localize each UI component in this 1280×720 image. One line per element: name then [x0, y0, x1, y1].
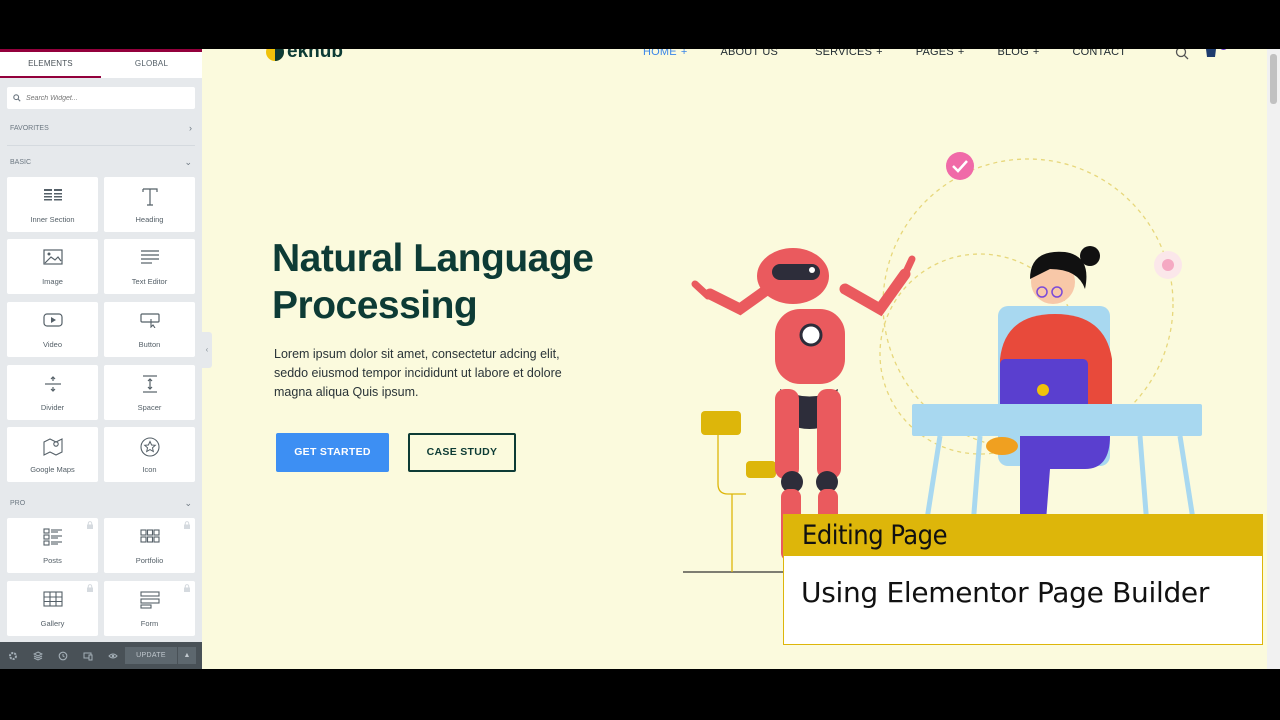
layers-icon[interactable] — [32, 650, 43, 661]
widget-label: Gallery — [40, 619, 65, 628]
widget-label: Heading — [135, 215, 164, 224]
main-nav: HOME + ABOUT US SERVICES + PAGES + BLOG + CO… — [643, 49, 1163, 58]
divider — [7, 145, 195, 146]
widget-label: Icon — [142, 465, 157, 474]
widget-form[interactable]: Form — [104, 581, 195, 636]
responsive-icon[interactable] — [82, 650, 93, 661]
widget-label: Text Editor — [131, 277, 168, 286]
heading-icon — [141, 188, 158, 206]
text-editor-icon — [140, 250, 159, 264]
widget-label: Form — [140, 619, 159, 628]
widget-gallery[interactable]: Gallery — [7, 581, 98, 636]
widget-inner-section[interactable]: Inner Section — [7, 177, 98, 232]
widget-search[interactable] — [7, 87, 195, 109]
settings-gear-icon[interactable] — [7, 650, 18, 661]
chevron-right-icon: › — [189, 123, 192, 133]
widget-text-editor[interactable]: Text Editor — [104, 239, 195, 294]
nav-item-about[interactable]: ABOUT US — [720, 49, 782, 58]
site-logo[interactable]: eknub — [266, 49, 343, 62]
editor-frame: ELEMENTS GLOBAL FAVORITES › BASIC ⌄ Inne… — [0, 49, 1280, 669]
widget-posts[interactable]: Posts — [7, 518, 98, 573]
map-icon — [42, 438, 63, 456]
gallery-icon — [42, 591, 63, 607]
nav-item-blog[interactable]: BLOG + — [997, 49, 1039, 58]
pink-dot — [1162, 259, 1174, 271]
image-icon — [42, 249, 63, 265]
nav-item-home[interactable]: HOME + — [643, 49, 687, 58]
category-favorites[interactable]: FAVORITES › — [10, 121, 192, 135]
logo-mark-icon — [266, 49, 284, 61]
widget-button[interactable]: Button — [104, 302, 195, 357]
widget-google-maps[interactable]: Google Maps — [7, 427, 98, 482]
widget-search-input[interactable] — [26, 94, 186, 102]
inner-section-icon — [43, 189, 62, 201]
widget-label: Inner Section — [30, 215, 75, 224]
star-icon — [139, 437, 160, 457]
widget-spacer[interactable]: Spacer — [104, 365, 195, 420]
case-study-button[interactable]: CASE STUDY — [408, 433, 516, 472]
widget-divider[interactable]: Divider — [7, 365, 98, 420]
connector — [717, 435, 746, 572]
category-label: BASIC — [10, 158, 32, 166]
scrollbar-thumb[interactable] — [1270, 54, 1277, 104]
widget-label: Image — [42, 277, 63, 286]
panel-footer: UPDATE ▲ — [0, 642, 202, 669]
check-badge-icon — [946, 152, 974, 180]
widget-image[interactable]: Image — [7, 239, 98, 294]
overlay-subtitle-box: Using Elementor Page Builder — [783, 555, 1263, 645]
category-basic[interactable]: BASIC ⌄ — [10, 155, 192, 169]
widget-label: Video — [42, 340, 63, 349]
form-icon — [139, 591, 160, 609]
widget-icon[interactable]: Icon — [104, 427, 195, 482]
widget-heading[interactable]: Heading — [104, 177, 195, 232]
elementor-panel: ELEMENTS GLOBAL FAVORITES › BASIC ⌄ Inne… — [0, 49, 202, 669]
divider-icon — [44, 376, 61, 392]
portfolio-icon — [139, 529, 160, 543]
panel-collapse-toggle[interactable]: ‹ — [202, 332, 212, 368]
chevron-down-icon: ⌄ — [184, 497, 192, 508]
chevron-down-icon: ⌄ — [184, 156, 192, 167]
overlay-title-bar: Editing Page — [783, 514, 1263, 555]
tab-elements[interactable]: ELEMENTS — [0, 52, 101, 78]
chevron-up-icon[interactable]: ▲ — [178, 647, 196, 664]
panel-tabs: ELEMENTS GLOBAL — [0, 52, 202, 78]
chat-bubble — [701, 411, 741, 435]
widget-label: Button — [138, 340, 161, 349]
overlay-subtitle: Using Elementor Page Builder — [801, 576, 1210, 609]
update-button[interactable]: UPDATE — [125, 647, 177, 664]
widget-portfolio[interactable]: Portfolio — [104, 518, 195, 573]
nav-item-services[interactable]: SERVICES + — [815, 49, 883, 58]
cart-icon[interactable] — [1204, 49, 1218, 59]
search-icon[interactable] — [1175, 49, 1189, 60]
hero-description: Lorem ipsum dolor sit amet, consectetur … — [274, 347, 562, 399]
category-label: FAVORITES — [10, 124, 49, 132]
video-icon — [42, 313, 63, 327]
overlay-title: Editing Page — [802, 520, 948, 551]
history-icon[interactable] — [57, 650, 68, 661]
category-pro[interactable]: PRO ⌄ — [10, 496, 192, 510]
widget-label: Posts — [43, 556, 62, 565]
widget-label: Divider — [40, 403, 65, 412]
widget-video[interactable]: Video — [7, 302, 98, 357]
nav-item-contact[interactable]: CONTACT — [1072, 49, 1130, 58]
spacer-icon — [142, 375, 157, 393]
logo-text: eknub — [287, 49, 343, 62]
category-label: PRO — [10, 499, 26, 507]
widget-label: Google Maps — [30, 465, 75, 474]
page-scrollbar[interactable] — [1267, 49, 1280, 669]
nav-item-pages[interactable]: PAGES + — [916, 49, 965, 58]
button-icon — [139, 313, 160, 328]
widget-label: Portfolio — [135, 556, 164, 565]
preview-eye-icon[interactable] — [107, 650, 118, 661]
search-icon — [13, 94, 21, 102]
chat-bubble — [746, 461, 776, 478]
get-started-button[interactable]: GET STARTED — [276, 433, 389, 472]
hero-title: Natural Language Processing — [272, 237, 594, 327]
cart-count-badge — [1219, 49, 1228, 50]
widget-label: Spacer — [137, 403, 162, 412]
posts-icon — [42, 528, 62, 546]
tab-global[interactable]: GLOBAL — [101, 52, 202, 78]
